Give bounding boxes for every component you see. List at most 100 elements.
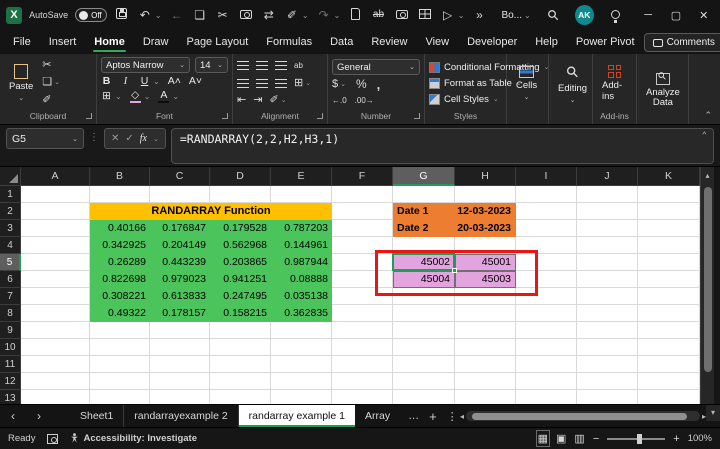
maximize-button[interactable]: ▢ — [666, 9, 687, 22]
zoom-slider[interactable] — [607, 438, 665, 440]
minimize-button[interactable]: ─ — [638, 9, 659, 21]
draw-chevron-icon[interactable]: ⌄ — [302, 11, 309, 20]
insert-function-icon[interactable]: fx — [140, 133, 147, 144]
grid-cell-B4[interactable]: 0.342925 — [90, 237, 150, 254]
zoom-in-button[interactable]: + — [673, 433, 679, 445]
find-replace-icon[interactable]: ⇄ — [261, 8, 277, 22]
editing-button[interactable]: ⚲ Editing ⌄ — [553, 57, 592, 109]
align-middle-button[interactable] — [256, 61, 268, 70]
horizontal-scrollbar-thumb[interactable] — [472, 413, 687, 420]
grid-cell-D4[interactable]: 0.562968 — [210, 237, 271, 254]
row-header-5[interactable]: 5 — [0, 254, 21, 271]
increase-indent-button[interactable]: ⇥ — [253, 94, 262, 107]
new-file-icon[interactable] — [347, 8, 363, 23]
ribbon-tab-page-layout[interactable]: Page Layout — [177, 32, 257, 54]
avatar[interactable]: AK — [575, 5, 594, 25]
row-header-3[interactable]: 3 — [0, 220, 21, 237]
cells-button[interactable]: Cells ⌄ — [511, 57, 542, 109]
vertical-scrollbar-thumb[interactable] — [704, 187, 712, 372]
flow-icon[interactable]: ▷ — [440, 8, 456, 22]
row-header-11[interactable]: 11 — [0, 356, 21, 373]
column-header-h[interactable]: H — [455, 167, 516, 186]
column-header-c[interactable]: C — [150, 167, 210, 186]
macro-record-icon[interactable] — [47, 434, 58, 444]
row-header-1[interactable]: 1 — [0, 186, 21, 203]
addins-button[interactable]: Add-ins — [597, 57, 632, 109]
draw-icon[interactable]: ✐ — [284, 8, 300, 22]
merge-center-button[interactable]: ⊞⌄ — [294, 77, 311, 90]
cut-button[interactable]: ✂ — [42, 59, 60, 72]
search-icon[interactable]: ⚲ — [542, 4, 563, 25]
fill-color-chevron-icon[interactable]: ⌄ — [144, 92, 151, 101]
paste-picture-icon[interactable] — [238, 8, 254, 22]
sheet-tab-randarray-example-1[interactable]: randarray example 1 — [239, 405, 355, 427]
alignment-dialog-launcher[interactable] — [317, 113, 323, 119]
font-name-select[interactable]: Aptos Narrow ⌄ — [101, 57, 190, 73]
name-box[interactable]: G5 ⌄ — [6, 128, 84, 149]
zoom-out-button[interactable]: − — [593, 433, 599, 445]
percent-style-button[interactable]: % — [356, 78, 367, 91]
normal-view-icon[interactable]: ▦ — [538, 432, 548, 445]
grid-cell-E4[interactable]: 0.144961 — [271, 237, 332, 254]
column-header-b[interactable]: B — [90, 167, 150, 186]
italic-button[interactable]: I — [120, 75, 131, 87]
font-color-chevron-icon[interactable]: ⌄ — [172, 92, 179, 101]
orientation-button[interactable]: ✐⌄ — [269, 94, 286, 107]
sheet-grid[interactable]: ABCDEFGHIJK12345678910111213RANDARRAY Fu… — [0, 167, 700, 404]
undo-icon[interactable]: ↶ — [137, 8, 153, 22]
excel-logo-icon[interactable]: X — [6, 7, 22, 24]
increase-decimal-button[interactable]: ←.0 — [332, 94, 347, 107]
collapse-ribbon-icon[interactable]: ⌃ — [704, 110, 712, 121]
analyze-data-button[interactable]: Analyze Data — [641, 57, 685, 124]
column-header-j[interactable]: J — [577, 167, 638, 186]
wrap-text-button[interactable]: ab — [294, 59, 303, 72]
font-size-select[interactable]: 14 ⌄ — [195, 57, 228, 73]
font-dialog-launcher[interactable] — [222, 113, 228, 119]
grid-cell-C3[interactable]: 0.176847 — [150, 220, 210, 237]
column-header-a[interactable]: A — [21, 167, 90, 186]
grid-cell-B5[interactable]: 0.26289 — [90, 254, 150, 271]
more-sheets-icon[interactable]: … — [408, 410, 419, 422]
fill-color-button[interactable]: ◇ — [130, 89, 141, 103]
comma-style-button[interactable]: , — [377, 78, 381, 91]
accessibility-status[interactable]: Accessibility: Investigate — [70, 433, 197, 444]
tips-lightbulb-icon[interactable] — [608, 8, 624, 22]
row-header-8[interactable]: 8 — [0, 305, 21, 322]
grid-cell-G3[interactable]: Date 2 — [393, 220, 455, 237]
align-right-button[interactable] — [275, 79, 287, 88]
save-icon[interactable] — [114, 8, 130, 22]
row-header-12[interactable]: 12 — [0, 373, 21, 390]
sheet-menu-dots-icon[interactable]: ⋮ — [447, 410, 458, 423]
zoom-level[interactable]: 100% — [688, 433, 712, 444]
undo-chevron-icon[interactable]: ⌄ — [155, 11, 162, 20]
zoom-slider-thumb[interactable] — [637, 434, 642, 444]
grid-cell-E7[interactable]: 0.035138 — [271, 288, 332, 305]
scroll-left-icon[interactable]: ◂ — [460, 412, 464, 421]
align-left-button[interactable] — [237, 79, 249, 88]
underline-button[interactable]: U — [139, 75, 150, 87]
workbook-chevron-icon[interactable]: ⌄ — [524, 11, 531, 20]
clipboard-dialog-launcher[interactable] — [86, 113, 92, 119]
vertical-scrollbar[interactable]: ▴ — [700, 167, 714, 404]
grid-cell-D3[interactable]: 0.179528 — [210, 220, 271, 237]
grid-cell-E6[interactable]: 0.08888 — [271, 271, 332, 288]
comments-button[interactable]: Comments — [644, 33, 720, 52]
borders-chevron-icon[interactable]: ⌄ — [115, 92, 122, 101]
row-header-4[interactable]: 4 — [0, 237, 21, 254]
fx-chevron-icon[interactable]: ⌄ — [153, 135, 159, 143]
grid-cell-E8[interactable]: 0.362835 — [271, 305, 332, 322]
column-header-d[interactable]: D — [210, 167, 271, 186]
formula-bar-drag-dots-icon[interactable]: ⋮ — [89, 128, 99, 143]
align-bottom-button[interactable] — [275, 61, 287, 70]
grid-cell-D6[interactable]: 0.941251 — [210, 271, 271, 288]
grid-cell-E5[interactable]: 0.987944 — [271, 254, 332, 271]
bold-button[interactable]: B — [101, 75, 112, 87]
grid-cell-D8[interactable]: 0.158215 — [210, 305, 271, 322]
sheet-tab-randarrayexample-2[interactable]: randarrayexample 2 — [124, 405, 238, 427]
prev-sheet-button[interactable]: ‹ — [0, 405, 26, 427]
scroll-down-icon[interactable]: ▾ — [706, 405, 720, 421]
grow-font-button[interactable]: A˄ — [168, 75, 181, 87]
page-layout-view-icon[interactable]: ▣ — [556, 432, 566, 445]
autosave-toggle[interactable]: Off — [75, 8, 107, 22]
shrink-font-button[interactable]: A˅ — [189, 75, 202, 87]
